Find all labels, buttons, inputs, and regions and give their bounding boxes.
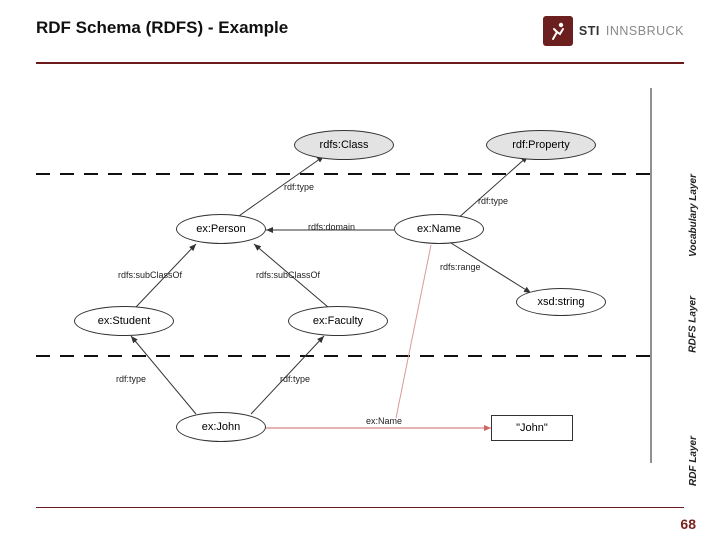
- layer-label-vocab: Vocabulary Layer: [688, 174, 699, 257]
- logo-mark-icon: [543, 16, 573, 46]
- edge-label-exname: ex:Name: [366, 416, 402, 426]
- header: RDF Schema (RDFS) - Example STI INNSBRUC…: [36, 18, 684, 62]
- node-ex-name: ex:Name: [394, 214, 484, 244]
- node-label: rdfs:Class: [320, 139, 369, 151]
- runner-icon: [548, 21, 568, 41]
- node-john-literal: "John": [491, 415, 573, 441]
- node-ex-student: ex:Student: [74, 306, 174, 336]
- edge-label-range: rdfs:range: [440, 262, 481, 272]
- page-number: 68: [680, 516, 696, 532]
- edge-label-subclass: rdfs:subClassOf: [118, 270, 182, 280]
- footer-divider: [36, 507, 684, 508]
- node-label: rdf:Property: [512, 139, 569, 151]
- node-ex-john: ex:John: [176, 412, 266, 442]
- node-label: ex:John: [202, 421, 241, 433]
- node-label: xsd:string: [537, 296, 584, 308]
- header-divider: [36, 62, 684, 64]
- node-xsd-string: xsd:string: [516, 288, 606, 316]
- layer-label-rdfs: RDFS Layer: [688, 296, 699, 353]
- node-label: ex:Faculty: [313, 315, 363, 327]
- layer-label-rdf: RDF Layer: [688, 436, 699, 486]
- node-label: "John": [516, 422, 548, 434]
- node-label: ex:Name: [417, 223, 461, 235]
- logo-text-secondary: INNSBRUCK: [606, 24, 684, 38]
- edge-label-rdftype: rdf:type: [280, 374, 310, 384]
- edge-label-subclass: rdfs:subClassOf: [256, 270, 320, 280]
- node-label: ex:Person: [196, 223, 246, 235]
- node-ex-faculty: ex:Faculty: [288, 306, 388, 336]
- edge-label-domain: rdfs:domain: [308, 222, 355, 232]
- slide: RDF Schema (RDFS) - Example STI INNSBRUC…: [0, 0, 720, 540]
- logo: STI INNSBRUCK: [543, 16, 684, 46]
- edge-label-rdftype: rdf:type: [284, 182, 314, 192]
- edge-label-rdftype: rdf:type: [478, 196, 508, 206]
- diagram: rdfs:Class rdf:Property ex:Person ex:Nam…: [36, 78, 684, 478]
- logo-text-primary: STI: [579, 24, 600, 38]
- node-ex-person: ex:Person: [176, 214, 266, 244]
- node-rdfs-class: rdfs:Class: [294, 130, 394, 160]
- node-rdf-property: rdf:Property: [486, 130, 596, 160]
- edge-label-rdftype: rdf:type: [116, 374, 146, 384]
- node-label: ex:Student: [98, 315, 151, 327]
